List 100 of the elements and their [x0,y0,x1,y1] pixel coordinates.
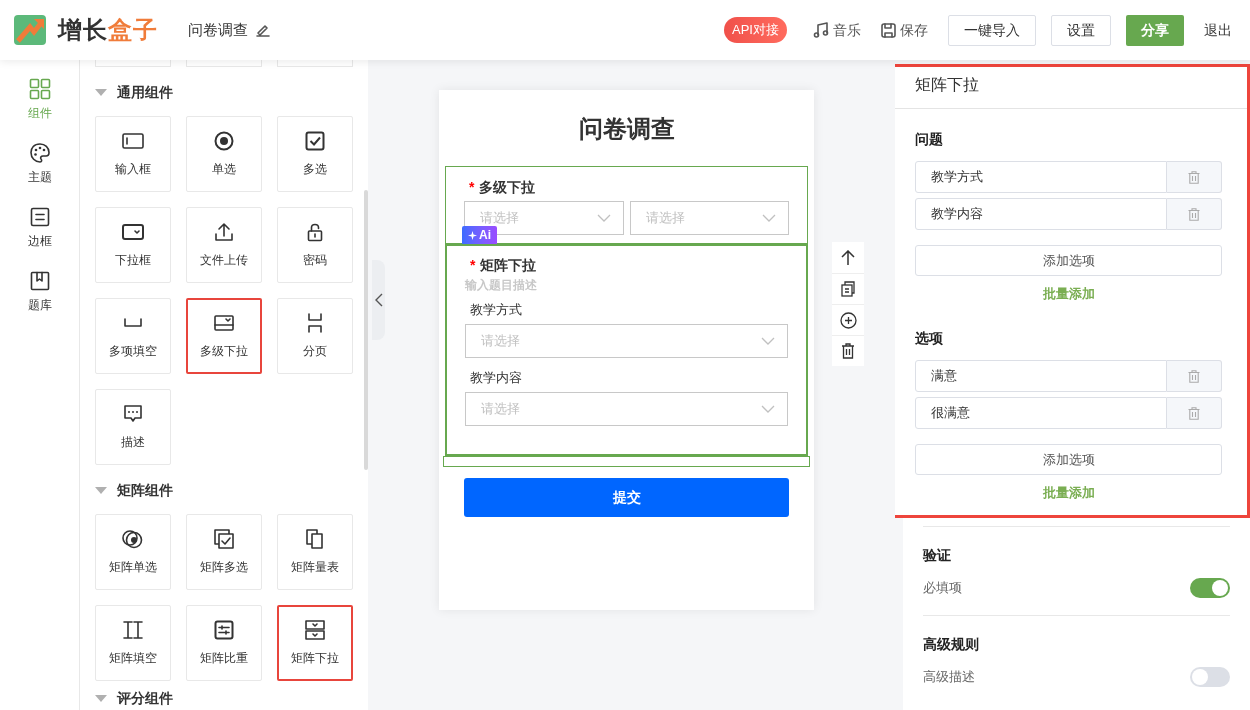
add-option-button[interactable]: 添加选项 [915,444,1222,475]
toggle-switch[interactable] [1190,667,1230,687]
card-label: 矩阵比重 [200,650,248,667]
card-label: 矩阵填空 [109,650,157,667]
trash-icon [1188,207,1200,221]
add-option-button[interactable]: 添加选项 [915,245,1222,276]
toggle-label: 必填项 [923,579,962,598]
delete-button[interactable] [1167,360,1222,392]
rail-tab[interactable]: 主题 [27,142,52,186]
frame-icon [28,206,51,228]
edit-icon[interactable] [256,23,270,37]
palette-icon [28,142,51,164]
dropdown-icon [305,620,325,640]
component-card[interactable] [95,60,171,67]
delete-button[interactable] [1167,198,1222,230]
component-card[interactable]: 多选 [277,116,353,192]
trash-icon [841,343,855,359]
component-card[interactable]: 矩阵单选 [95,514,171,590]
rail-tab[interactable]: 边框 [27,206,52,250]
option-field[interactable]: 很满意 [915,397,1167,429]
option-field[interactable]: 教学方式 [915,161,1167,193]
rail-tab[interactable]: 题库 [27,270,52,314]
caret-icon[interactable] [95,694,107,702]
trash-icon [1188,170,1200,184]
card-label: 多项填空 [109,343,157,360]
save-icon [881,22,896,38]
section-title: 评分组件 [117,688,173,708]
collapse-handle[interactable] [372,260,385,340]
ai-badge[interactable]: Ai [462,226,497,244]
toggle-switch[interactable] [1190,578,1230,598]
component-card[interactable]: 矩阵多选 [186,514,262,590]
component-card[interactable]: 多级下拉 [186,298,262,374]
delete-button[interactable] [1167,161,1222,193]
music-link[interactable]: 音乐 [813,19,861,41]
placeholder-text: 请选择 [480,209,519,228]
card-label: 密码 [303,252,327,269]
logout-link[interactable]: 退出 [1204,19,1232,41]
chevron-left-icon [374,293,383,307]
arrow-up-icon [840,249,856,266]
component-card[interactable]: 矩阵量表 [277,514,353,590]
option-field[interactable]: 满意 [915,360,1167,392]
question-title: 多级下拉 [479,177,536,197]
card-label: 多选 [303,161,327,178]
chevron-down-icon [762,214,776,222]
dropdown-icon [214,315,234,331]
delete-button[interactable] [1167,397,1222,429]
component-card[interactable] [277,60,353,67]
comment-icon [123,404,143,424]
section-title: 矩阵组件 [117,480,173,500]
blank-line-icon [123,318,143,328]
component-card[interactable]: 密码 [277,207,353,283]
component-card[interactable]: 下拉框 [95,207,171,283]
toolbar-button[interactable]: 设置 [1051,14,1111,46]
card-label: 矩阵多选 [200,559,248,576]
submit-button[interactable]: 提交 [464,478,789,517]
component-card[interactable]: 单选 [186,116,262,192]
required-asterisk: * [469,177,475,197]
component-card[interactable]: 矩阵下拉 [277,605,353,681]
component-card[interactable]: 矩阵比重 [186,605,262,681]
page-break-icon [307,313,323,333]
component-card[interactable] [186,60,262,67]
save-label: 保存 [900,20,928,40]
radio-icon [214,131,234,151]
save-link[interactable]: 保存 [881,19,928,41]
toolbar-button[interactable]: 一键导入 [948,14,1036,46]
music-note-icon [813,22,829,38]
form-title: 问卷调查 [577,114,676,144]
option-field[interactable]: 教学内容 [915,198,1167,230]
component-card[interactable]: 描述 [95,389,171,465]
question-title: 矩阵下拉 [480,255,537,275]
card-label: 矩阵量表 [291,559,339,576]
component-card[interactable]: 多项填空 [95,298,171,374]
row-label: 教学方式 [470,301,523,318]
caret-icon[interactable] [95,88,107,96]
group-title: 选项 [915,329,944,348]
copy-icon [841,281,855,297]
caret-icon[interactable] [95,486,107,494]
checkbox-icon [214,529,234,549]
card-label: 矩阵下拉 [291,650,339,667]
component-card[interactable]: 矩阵填空 [95,605,171,681]
card-label: 输入框 [115,161,151,178]
input-box-icon [122,133,144,149]
card-label: 矩阵单选 [109,559,157,576]
dropdown-icon [122,224,144,240]
component-card[interactable]: 输入框 [95,116,171,192]
placeholder-text: 请选择 [481,332,520,351]
copy-icon [306,529,324,549]
card-label: 单选 [212,161,236,178]
placeholder-text: 请选择 [645,209,685,228]
required-asterisk: * [470,255,476,275]
component-card[interactable]: 分页 [277,298,353,374]
book-icon [28,270,51,292]
logo-text: 增长盒子 [58,15,158,45]
chevron-down-icon [761,337,775,345]
text-cursor-icon [123,621,143,639]
checkbox-icon [305,131,325,151]
group-title: 问题 [915,130,944,149]
component-card[interactable]: 文件上传 [186,207,262,283]
survey-title: 问卷调查 [188,19,248,40]
card-label: 文件上传 [200,252,248,269]
